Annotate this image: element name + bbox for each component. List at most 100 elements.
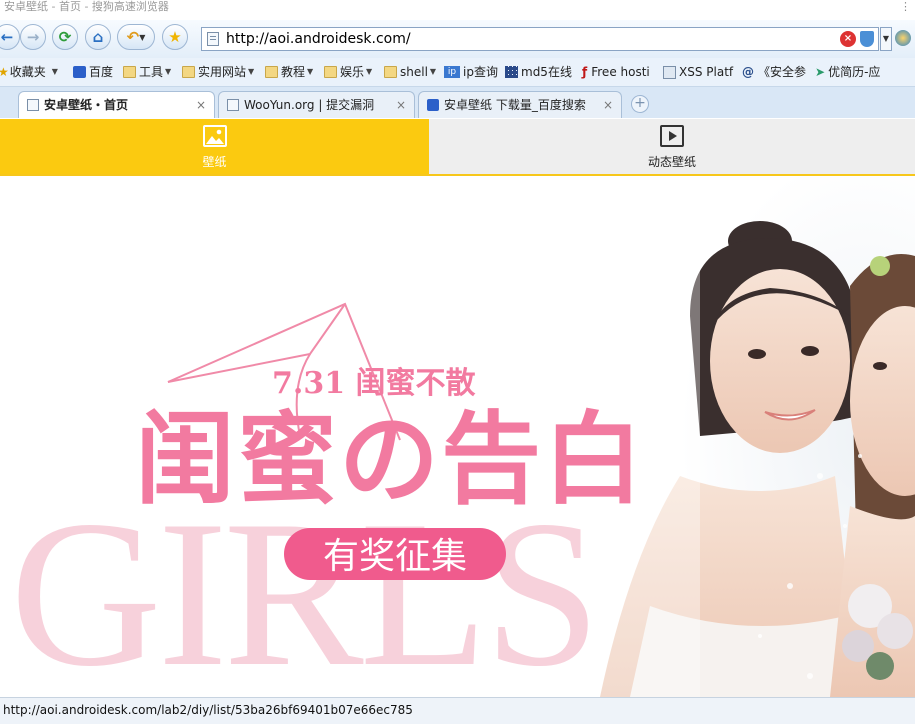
bookmark-baidu[interactable]: 百度: [73, 64, 113, 80]
play-icon: [660, 125, 684, 147]
chevron-down-icon: ▼: [248, 67, 255, 76]
bookmark-resume[interactable]: ➤ 优简历-应: [815, 64, 880, 80]
bookmark-folder-entertainment[interactable]: 娱乐 ▼: [324, 64, 372, 80]
chevron-down-icon: ▼: [429, 67, 437, 76]
bookmark-md5[interactable]: md5在线: [505, 64, 572, 80]
tab-label: WooYun.org | 提交漏洞: [244, 98, 375, 112]
home-button[interactable]: ⌂: [85, 24, 111, 50]
shield-icon[interactable]: [860, 31, 874, 47]
ip-icon: ip: [444, 66, 460, 78]
nav-tab-label: 壁纸: [202, 155, 227, 169]
bookmark-label: md5在线: [521, 65, 572, 79]
favorite-button[interactable]: ★: [162, 24, 188, 50]
bookmarks-bar: ★ 收藏夹 ▼ 百度 工具 ▼ 实用网站 ▼ 教程 ▼ 娱乐 ▼ shell ▼…: [0, 58, 915, 87]
status-url: http://aoi.androidesk.com/lab2/diy/list/…: [3, 703, 413, 717]
page-icon: [227, 99, 239, 111]
bookmark-label: 收藏夹: [9, 65, 46, 79]
nav-tab-wallpaper[interactable]: 壁纸: [0, 119, 429, 174]
bookmark-folder-tools[interactable]: 工具 ▼: [123, 64, 171, 80]
search-engine-icon[interactable]: [895, 30, 911, 46]
bookmark-folder-shell[interactable]: shell ▼: [384, 64, 436, 80]
send-icon: ➤: [815, 65, 826, 79]
tab-wooyun[interactable]: WooYun.org | 提交漏洞 ×: [218, 91, 415, 118]
status-bar: http://aoi.androidesk.com/lab2/diy/list/…: [0, 697, 915, 724]
forward-button[interactable]: →: [20, 24, 46, 50]
back-button[interactable]: ←: [0, 24, 20, 50]
flame-icon: ƒ: [582, 65, 588, 79]
paw-icon: [73, 66, 86, 78]
bookmark-folder-tutorials[interactable]: 教程 ▼: [265, 64, 313, 80]
tab-baidu-search[interactable]: 安卓壁纸 下载量_百度搜索 ×: [418, 91, 622, 118]
address-bar[interactable]: ×: [201, 27, 879, 51]
bookmark-label: 优简历-应: [828, 65, 881, 79]
bookmark-label: 工具: [139, 65, 164, 79]
nav-tab-label: 动态壁纸: [647, 155, 696, 169]
star-icon: ★: [0, 65, 9, 79]
bookmark-favorites[interactable]: ★ 收藏夹 ▼: [0, 64, 58, 80]
page-icon: [207, 32, 219, 46]
page-icon: [27, 99, 39, 111]
promo-banner[interactable]: GIRLS 7.31 闺蜜不散 闺蜜の告白 有奖征集: [0, 176, 915, 697]
banner-date-text: 7.31 闺蜜不散: [272, 366, 476, 401]
bookmark-security-ref[interactable]: @ 《安全参: [742, 64, 806, 80]
chevron-down-icon: ▼: [139, 32, 146, 42]
folder-icon: [265, 66, 278, 78]
bookmark-ip-lookup[interactable]: ip ip查询: [444, 64, 498, 80]
undo-close-tab-button[interactable]: ↶ ▼: [117, 24, 155, 50]
bookmark-label: 百度: [89, 65, 114, 79]
bookmark-label: ip查询: [463, 65, 498, 79]
bookmark-label: 教程: [281, 65, 306, 79]
bookmark-label: 《安全参: [758, 65, 807, 79]
new-tab-button[interactable]: +: [631, 95, 649, 113]
refresh-icon: ⟳: [58, 28, 72, 46]
url-input[interactable]: [226, 29, 826, 49]
site-nav: 壁纸 动态壁纸: [0, 119, 915, 176]
bookmark-xss-platform[interactable]: XSS Platf: [663, 64, 733, 80]
banner-cta-button[interactable]: 有奖征集: [284, 528, 506, 580]
globe-icon: @: [742, 65, 754, 79]
bookmark-label: shell: [400, 65, 428, 79]
home-icon: ⌂: [92, 28, 104, 46]
chevron-down-icon: ▼: [882, 34, 890, 43]
bookmark-label: 实用网站: [198, 65, 247, 79]
menu-dots-icon[interactable]: ⋮: [900, 0, 911, 14]
security-warning-icon[interactable]: ×: [840, 31, 856, 47]
navigation-toolbar: ← → ⟳ ⌂ ↶▼ ★ × ▼: [0, 20, 915, 58]
plus-icon: +: [634, 95, 646, 111]
paw-icon: [427, 99, 439, 111]
star-icon: ★: [168, 28, 182, 46]
close-icon[interactable]: ×: [396, 92, 406, 118]
chevron-down-icon: ▼: [366, 67, 373, 76]
tab-label: 安卓壁纸・首页: [44, 98, 129, 112]
bookmark-label: XSS Platf: [679, 65, 734, 79]
tab-label: 安卓壁纸 下载量_百度搜索: [444, 98, 586, 112]
bookmark-free-hosting[interactable]: ƒ Free hosti: [582, 64, 650, 80]
refresh-button[interactable]: ⟳: [52, 24, 78, 50]
bookmark-folder-useful-sites[interactable]: 实用网站 ▼: [182, 64, 254, 80]
page-icon: [663, 65, 676, 79]
tab-strip: 安卓壁纸・首页 × WooYun.org | 提交漏洞 × 安卓壁纸 下载量_百…: [0, 87, 915, 118]
back-arrow-icon: ←: [0, 28, 14, 46]
window-titlebar: 安卓壁纸 - 首页 - 搜狗高速浏览器 ⋮: [0, 0, 915, 20]
image-icon: [202, 125, 227, 147]
folder-icon: [123, 66, 136, 78]
tab-androidesk-home[interactable]: 安卓壁纸・首页 ×: [18, 91, 215, 118]
window-title: 安卓壁纸 - 首页 - 搜狗高速浏览器: [4, 0, 169, 13]
chevron-down-icon: ▼: [307, 67, 314, 76]
banner-headline: 闺蜜の告白: [135, 401, 645, 518]
chevron-down-icon: ▼: [51, 67, 58, 76]
close-icon[interactable]: ×: [603, 92, 613, 118]
folder-icon: [384, 66, 397, 78]
url-dropdown-button[interactable]: ▼: [880, 27, 892, 51]
forward-arrow-icon: →: [26, 28, 40, 46]
folder-icon: [324, 66, 337, 78]
grid-icon: [505, 66, 518, 78]
bookmark-label: 娱乐: [340, 65, 365, 79]
folder-icon: [182, 66, 195, 78]
close-icon[interactable]: ×: [196, 92, 206, 118]
undo-icon: ↶: [126, 28, 140, 46]
nav-tab-live-wallpaper[interactable]: 动态壁纸: [429, 119, 915, 174]
banner-cta-label: 有奖征集: [323, 536, 467, 577]
bookmark-label: Free hosti: [591, 65, 650, 79]
chevron-down-icon: ▼: [165, 67, 172, 76]
